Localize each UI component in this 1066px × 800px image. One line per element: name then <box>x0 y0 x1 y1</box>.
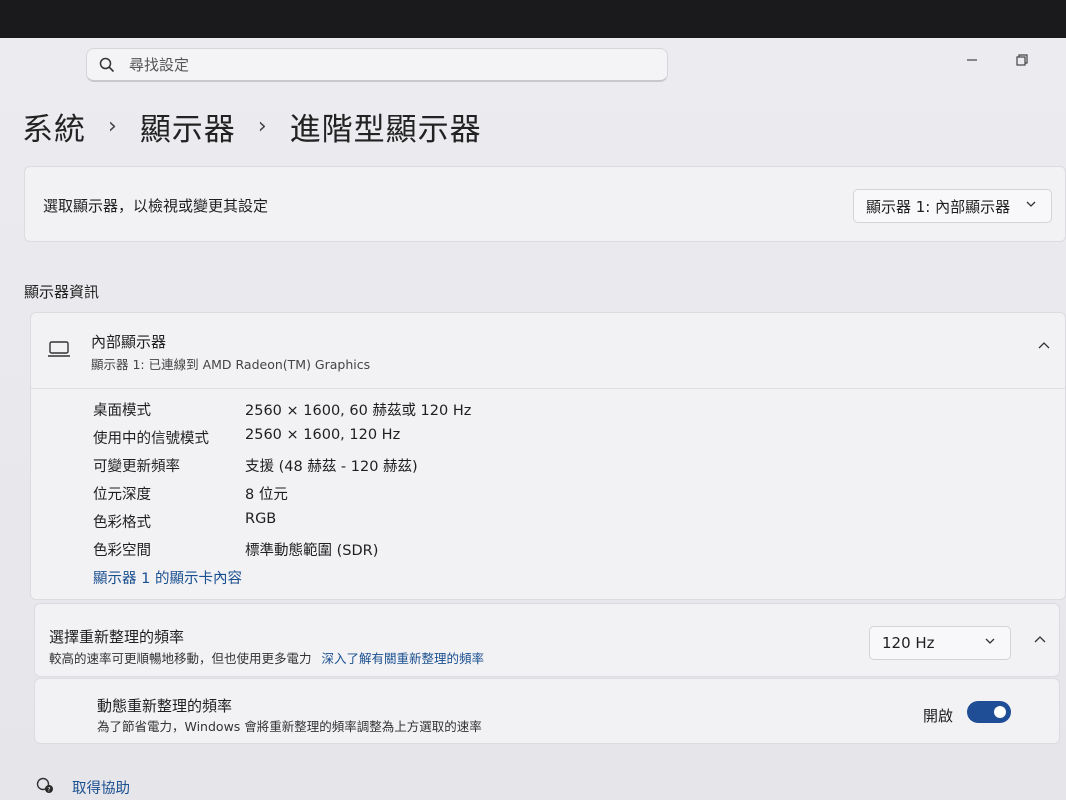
refresh-rate-value: 120 Hz <box>882 634 935 652</box>
info-row-variable-refresh: 可變更新頻率 支援 (48 赫茲 - 120 赫茲) <box>93 455 418 476</box>
chevron-down-icon <box>984 635 996 650</box>
info-value: 2560 × 1600, 60 赫茲或 120 Hz <box>245 403 472 419</box>
chevron-up-icon[interactable] <box>1037 339 1051 357</box>
info-value: 2560 × 1600, 120 Hz <box>245 427 401 443</box>
info-value: RGB <box>245 511 277 527</box>
info-value: 支援 (48 赫茲 - 120 赫茲) <box>245 459 418 475</box>
restore-icon <box>1016 54 1028 66</box>
display-info-heading: 顯示器資訊 <box>24 283 100 301</box>
info-key: 位元深度 <box>93 487 151 503</box>
monitor-dropdown-value: 顯示器 1: 內部顯示器 <box>866 197 1011 216</box>
info-key: 色彩空間 <box>93 543 151 559</box>
learn-more-link[interactable]: 深入了解有關重新整理的頻率 <box>322 651 485 666</box>
info-row-color-space: 色彩空間 標準動態範圍 (SDR) <box>93 539 378 560</box>
refresh-rate-description-line: 較高的速率可更順暢地移動，但也使用更多電力 深入了解有關重新整理的頻率 <box>49 648 484 667</box>
svg-text:?: ? <box>47 787 50 794</box>
settings-window: 系統 › 顯示器 › 進階型顯示器 選取顯示器，以檢視或變更其設定 顯示器 1:… <box>0 38 1066 800</box>
adapter-properties-link[interactable]: 顯示器 1 的顯示卡內容 <box>93 567 242 588</box>
restore-button[interactable] <box>1010 50 1034 70</box>
minimize-icon <box>967 59 977 61</box>
dynamic-refresh-description: 為了節省電力，Windows 會將重新整理的頻率調整為上方選取的速率 <box>97 719 482 734</box>
breadcrumb: 系統 › 顯示器 › 進階型顯示器 <box>22 104 482 149</box>
display-name: 內部顯示器 <box>91 333 167 351</box>
info-key: 可變更新頻率 <box>93 459 180 475</box>
info-key: 桌面模式 <box>93 403 151 419</box>
refresh-rate-description: 較高的速率可更順暢地移動，但也使用更多電力 <box>49 651 312 666</box>
monitor-dropdown[interactable]: 顯示器 1: 內部顯示器 <box>853 189 1052 223</box>
page-title: 進階型顯示器 <box>289 112 482 148</box>
chevron-down-icon <box>1025 198 1037 213</box>
breadcrumb-system[interactable]: 系統 <box>22 104 86 149</box>
toggle-knob <box>994 706 1006 718</box>
info-value: 標準動態範圍 (SDR) <box>245 543 379 559</box>
dynamic-refresh-card: 動態重新整理的頻率 為了節省電力，Windows 會將重新整理的頻率調整為上方選… <box>34 678 1060 744</box>
search-box[interactable] <box>86 48 668 82</box>
search-icon <box>99 57 115 73</box>
dynamic-refresh-title: 動態重新整理的頻率 <box>97 697 233 715</box>
laptop-icon <box>47 339 71 363</box>
breadcrumb-separator-icon: › <box>257 114 268 139</box>
info-value: 8 位元 <box>245 487 288 503</box>
info-key: 使用中的信號模式 <box>93 431 209 447</box>
display-info-card: 內部顯示器 顯示器 1: 已連線到 AMD Radeon(TM) Graphic… <box>30 312 1066 600</box>
get-help-label: 取得協助 <box>72 780 130 797</box>
get-help-link[interactable]: ? 取得協助 <box>36 776 130 798</box>
info-row-bit-depth: 位元深度 8 位元 <box>93 483 288 504</box>
display-info-header[interactable]: 內部顯示器 顯示器 1: 已連線到 AMD Radeon(TM) Graphic… <box>31 313 1065 389</box>
select-monitor-label: 選取顯示器，以檢視或變更其設定 <box>43 197 269 215</box>
dynamic-refresh-toggle[interactable] <box>967 701 1011 723</box>
info-key: 色彩格式 <box>93 515 151 531</box>
chevron-up-icon[interactable] <box>1033 632 1047 651</box>
refresh-rate-title: 選擇重新整理的頻率 <box>49 628 185 646</box>
toggle-state-label: 開啟 <box>923 707 954 725</box>
search-input[interactable] <box>129 55 609 74</box>
breadcrumb-separator-icon: › <box>108 114 118 139</box>
minimize-button[interactable] <box>960 50 984 70</box>
breadcrumb-display[interactable]: 顯示器 <box>140 104 236 149</box>
display-connection: 顯示器 1: 已連線到 AMD Radeon(TM) Graphics <box>91 357 371 372</box>
info-row-signal-mode: 使用中的信號模式 2560 × 1600, 120 Hz <box>93 427 400 448</box>
info-row-desktop-mode: 桌面模式 2560 × 1600, 60 赫茲或 120 Hz <box>93 399 471 420</box>
help-icon: ? <box>36 776 54 798</box>
screen-bezel <box>0 0 1066 38</box>
refresh-rate-dropdown[interactable]: 120 Hz <box>869 626 1011 660</box>
refresh-rate-card: 選擇重新整理的頻率 較高的速率可更順暢地移動，但也使用更多電力 深入了解有關重新… <box>34 603 1060 677</box>
info-row-color-format: 色彩格式 RGB <box>93 511 276 532</box>
select-monitor-card: 選取顯示器，以檢視或變更其設定 顯示器 1: 內部顯示器 <box>24 166 1066 242</box>
